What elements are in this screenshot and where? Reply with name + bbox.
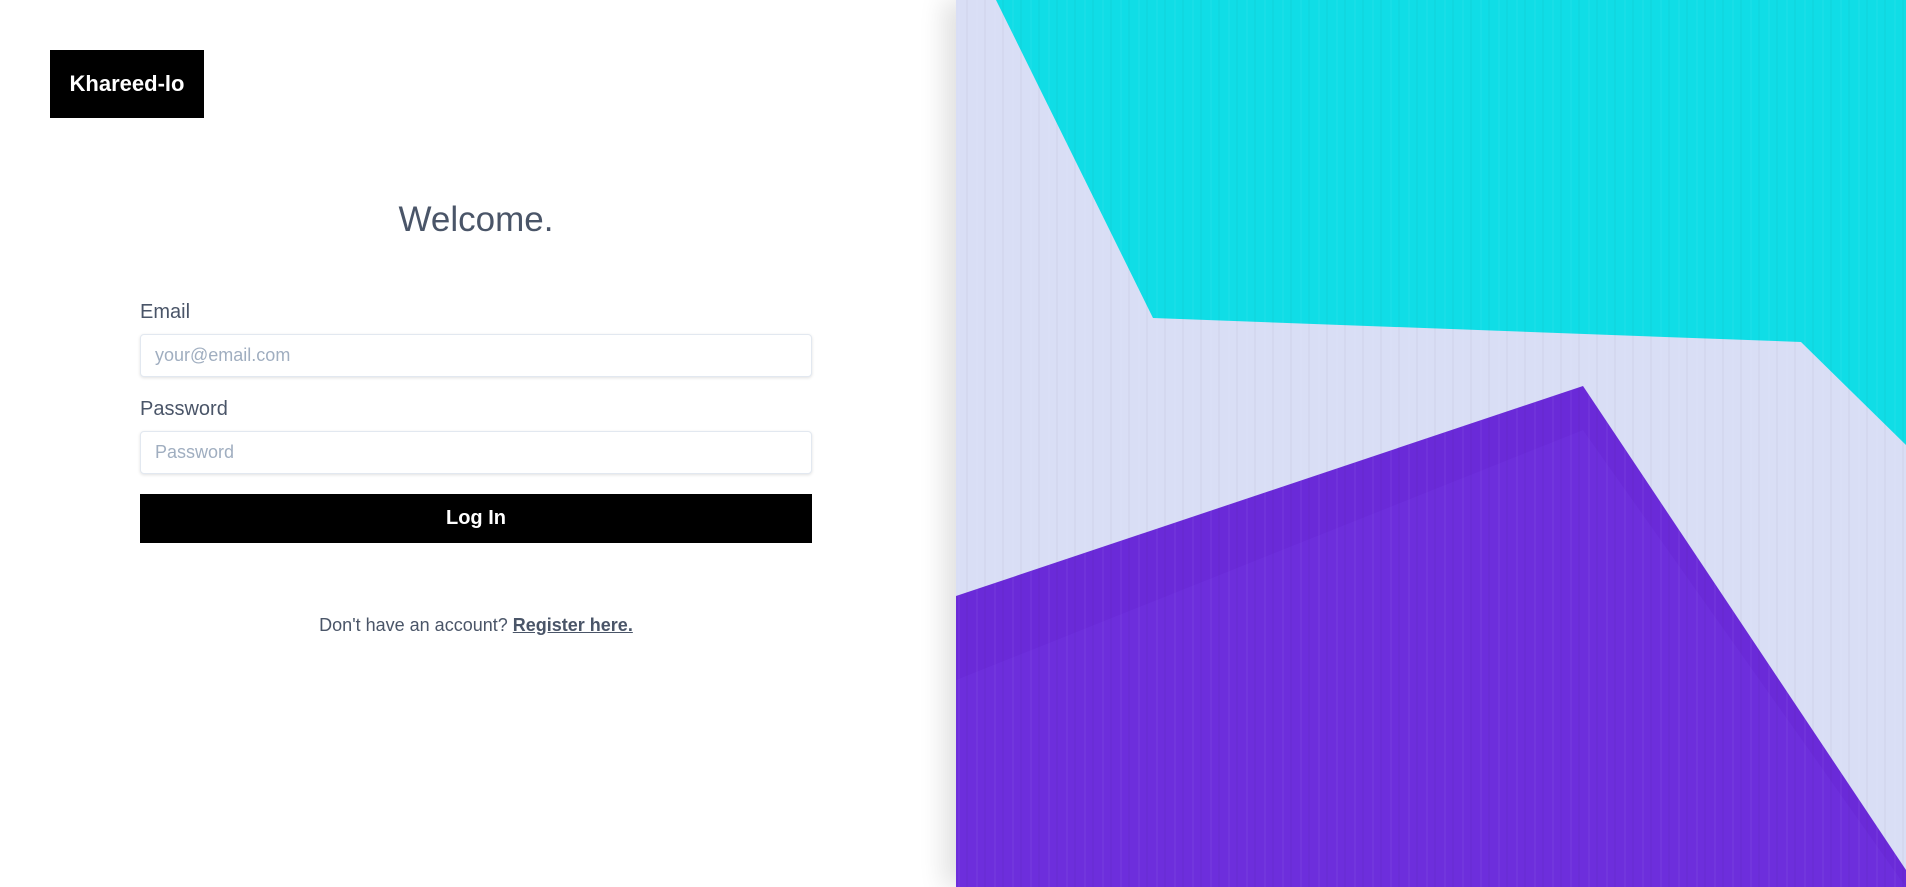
- login-page: Khareed-lo Welcome. Email Password Log I…: [0, 0, 1906, 887]
- email-input[interactable]: [140, 334, 812, 377]
- login-panel: Khareed-lo Welcome. Email Password Log I…: [0, 0, 956, 887]
- login-button[interactable]: Log In: [140, 494, 812, 543]
- abstract-painted-wall-image: [956, 0, 1906, 887]
- page-title: Welcome.: [398, 200, 554, 239]
- art-wood-grain: [956, 0, 1906, 887]
- email-label: Email: [140, 301, 191, 323]
- brand-logo-link[interactable]: Khareed-lo: [50, 50, 204, 118]
- register-link[interactable]: Register here.: [513, 615, 633, 635]
- password-field-group: Password: [140, 397, 812, 474]
- login-form: Email Password Log In: [140, 300, 812, 543]
- register-prompt: Don't have an account? Register here.: [0, 615, 952, 636]
- password-label: Password: [140, 398, 228, 420]
- register-prompt-text: Don't have an account?: [319, 615, 508, 635]
- password-input[interactable]: [140, 431, 812, 474]
- decorative-art-panel: [956, 0, 1906, 887]
- email-field-group: Email: [140, 300, 812, 377]
